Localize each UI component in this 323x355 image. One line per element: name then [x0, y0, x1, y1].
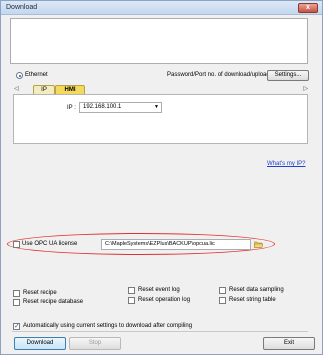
tab-scroll-right-icon[interactable]: ▷	[303, 85, 308, 92]
tab-ip[interactable]: IP	[33, 85, 55, 94]
reset-string-table-checkbox[interactable]	[219, 297, 226, 304]
reset-recipe-database-checkbox[interactable]	[13, 299, 20, 306]
ip-panel: IP : 192.168.100.1 ▼	[13, 94, 308, 144]
download-log-area[interactable]	[10, 18, 308, 64]
reset-data-sampling-checkbox[interactable]	[219, 287, 226, 294]
stop-button[interactable]: Stop	[69, 337, 121, 350]
reset-event-log-checkbox[interactable]	[128, 287, 135, 294]
reset-string-table-label: Reset string table	[229, 297, 276, 303]
ethernet-label: Ethernet	[25, 72, 48, 78]
opc-license-path-field[interactable]: C:\MapleSystems\EZPlus\BACKUP\opcua.lic	[101, 239, 251, 250]
auto-settings-checkbox[interactable]	[13, 322, 20, 330]
reset-event-log-label: Reset event log	[138, 287, 180, 293]
use-opc-license-checkbox[interactable]	[13, 241, 20, 248]
tab-hmi-name[interactable]: HMI Name	[55, 85, 85, 101]
whats-my-ip-link[interactable]: What's my IP?	[267, 161, 306, 167]
password-port-label: Password/Port no. of download/upload :	[167, 72, 274, 78]
download-dialog: Download x Ethernet Password/Port no. of…	[0, 0, 323, 355]
auto-settings-label: Automatically using current settings to …	[23, 323, 193, 329]
reset-recipe-label: Reset recipe	[23, 290, 57, 296]
reset-operation-log-checkbox[interactable]	[128, 297, 135, 304]
title-bar: Download x	[1, 1, 322, 15]
footer-divider	[12, 331, 308, 332]
reset-data-sampling-label: Reset data sampling	[229, 287, 284, 293]
folder-open-icon[interactable]	[254, 241, 263, 248]
reset-recipe-checkbox[interactable]	[13, 290, 20, 297]
reset-recipe-database-label: Reset recipe database	[23, 299, 84, 305]
tab-ip-label: IP	[41, 87, 47, 93]
exit-button[interactable]: Exit	[263, 337, 315, 350]
chevron-down-icon: ▼	[154, 104, 159, 110]
use-opc-license-label: Use OPC UA license	[22, 241, 78, 247]
ip-label: IP :	[67, 105, 76, 111]
ip-address-value: 192.168.100.1	[83, 104, 122, 110]
window-title: Download	[6, 4, 38, 11]
tab-strip: ◁ IP HMI Name ▷	[13, 85, 309, 101]
close-button[interactable]: x	[298, 3, 318, 13]
tab-scroll-left-icon[interactable]: ◁	[14, 85, 19, 92]
settings-button[interactable]: Settings...	[267, 70, 309, 81]
close-icon: x	[306, 4, 310, 11]
connection-row: Ethernet Password/Port no. of download/u…	[15, 70, 311, 83]
ip-address-dropdown[interactable]: 192.168.100.1 ▼	[79, 102, 162, 113]
ethernet-radio[interactable]	[16, 72, 23, 79]
download-button[interactable]: Download	[14, 337, 66, 350]
reset-operation-log-label: Reset operation log	[138, 297, 191, 303]
